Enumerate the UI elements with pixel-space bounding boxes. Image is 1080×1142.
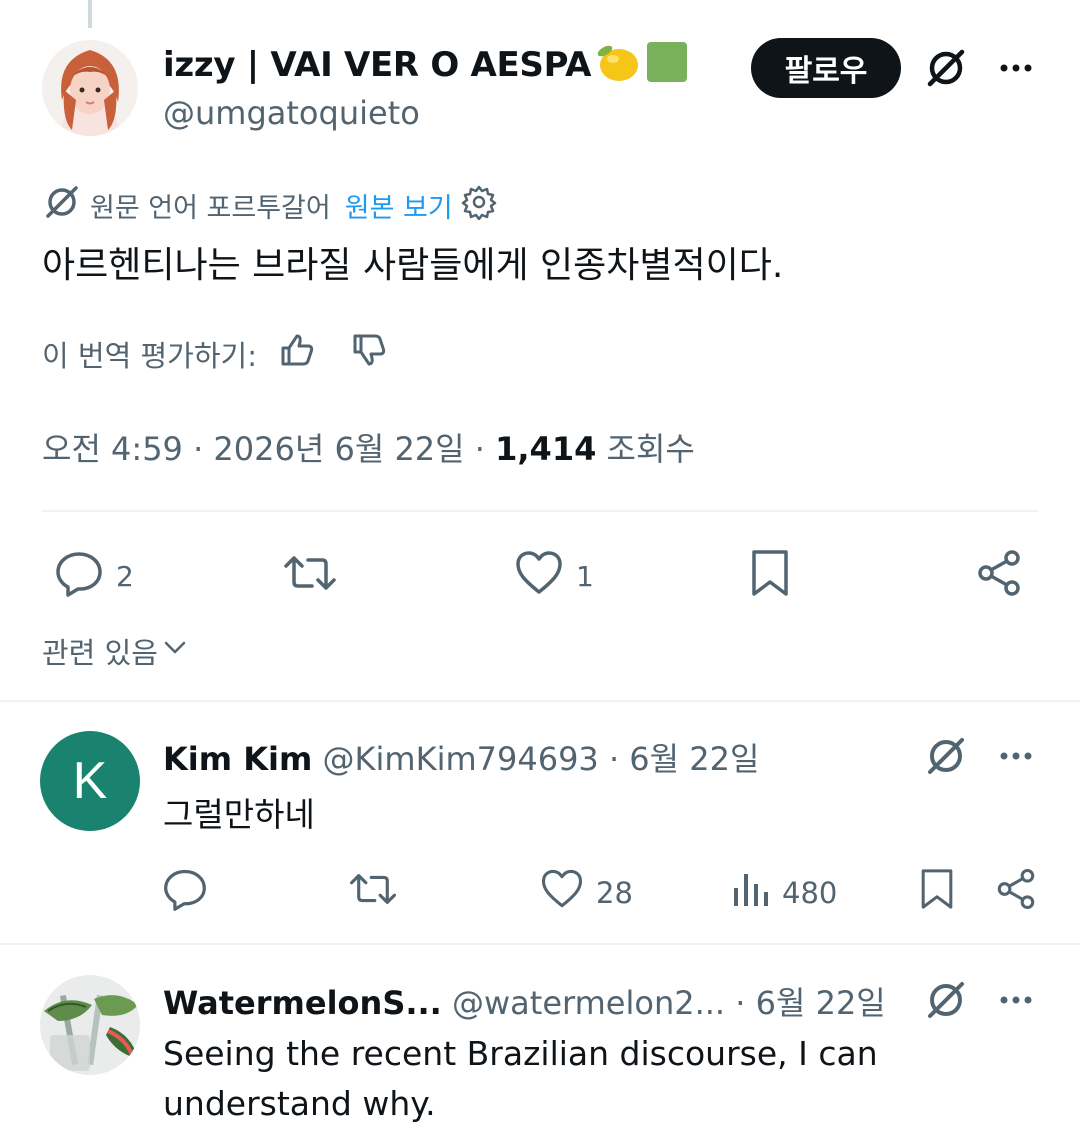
author-name[interactable]: izzy | VAI VER O AESPA <box>163 40 689 93</box>
bookmark-icon <box>748 548 792 605</box>
more-icon[interactable] <box>996 736 1036 780</box>
tweet-meta: 오전 4:59 · 2026년 6월 22일 · 1,414 조회수 <box>42 424 695 470</box>
share-button[interactable] <box>974 548 1024 605</box>
reply-header: WatermelonS... @watermelon2... · 6월 22일 <box>163 978 886 1024</box>
reply-header: Kim Kim @KimKim794693 · 6월 22일 <box>163 734 759 780</box>
settings-icon[interactable] <box>461 184 497 227</box>
author-handle[interactable]: @umgatoquieto <box>163 94 420 132</box>
heart-icon <box>540 866 584 919</box>
rate-translation-label: 이 번역 평가하기: <box>42 338 257 373</box>
avatar[interactable] <box>42 40 138 136</box>
like-count: 1 <box>576 560 594 593</box>
reply-button[interactable]: 2 <box>54 548 134 605</box>
more-icon[interactable] <box>996 980 1036 1024</box>
share-button[interactable] <box>994 866 1038 919</box>
reply-avatar[interactable]: K <box>40 731 140 831</box>
lemon-emoji <box>595 41 641 92</box>
reply-text-line-2: understand why. <box>163 1084 436 1123</box>
share-icon <box>994 866 1038 919</box>
translate-icon <box>42 182 82 229</box>
show-original-link[interactable]: 원본 보기 <box>345 186 453 225</box>
grok-icon[interactable] <box>924 46 968 94</box>
avatar-letter: K <box>72 752 108 810</box>
reply-icon <box>54 548 104 605</box>
reply-date[interactable]: · 6월 22일 <box>609 740 759 778</box>
rate-translation-row: 이 번역 평가하기: <box>42 330 389 377</box>
reply-count: 2 <box>116 560 134 593</box>
thumbs-down-icon[interactable] <box>349 330 389 377</box>
divider <box>0 943 1080 945</box>
bookmark-button[interactable] <box>918 866 956 919</box>
reply-author-name[interactable]: Kim Kim <box>163 740 312 778</box>
tweet-text: 아르헨티나는 브라질 사람들에게 인종차별적이다. <box>42 245 784 286</box>
bookmark-icon <box>918 866 956 919</box>
more-icon[interactable] <box>996 48 1036 92</box>
grok-icon[interactable] <box>924 978 968 1026</box>
thumbs-up-icon[interactable] <box>277 330 317 377</box>
reply-text: 그럴만하네 <box>163 795 315 834</box>
reply-button[interactable] <box>162 866 208 919</box>
follow-button[interactable]: 팔로우 <box>751 38 901 98</box>
like-count: 28 <box>596 875 633 910</box>
related-toggle[interactable]: 관련 있음 <box>42 630 188 672</box>
views-label: 조회수 <box>596 430 695 468</box>
source-language-label: 원문 언어 포르투갈어 <box>90 193 331 224</box>
reply-text-line-1: Seeing the recent Brazilian discourse, I… <box>163 1034 878 1073</box>
retweet-button[interactable] <box>282 548 338 605</box>
reply-author-handle[interactable]: @KimKim794693 <box>323 740 599 778</box>
like-button[interactable]: 1 <box>514 548 594 605</box>
related-label: 관련 있음 <box>42 636 158 670</box>
reply-date[interactable]: · 6월 22일 <box>735 984 885 1022</box>
retweet-icon <box>348 866 398 919</box>
reply-avatar[interactable] <box>40 975 140 1075</box>
reply-author-name[interactable]: WatermelonS... <box>163 984 442 1022</box>
like-button[interactable]: 28 <box>540 866 633 919</box>
bookmark-button[interactable] <box>748 548 792 605</box>
grok-icon[interactable] <box>924 734 968 782</box>
retweet-icon <box>282 548 338 605</box>
green-square-emoji <box>645 40 689 93</box>
analytics-icon <box>730 866 770 919</box>
reply-author-handle[interactable]: @watermelon2... <box>452 984 725 1022</box>
tweet-timestamp[interactable]: 오전 4:59 · 2026년 6월 22일 · <box>42 430 495 468</box>
divider <box>0 700 1080 702</box>
reply-icon <box>162 866 208 919</box>
views-count: 1,414 <box>495 430 597 468</box>
divider <box>42 510 1038 512</box>
views-count: 480 <box>782 875 838 910</box>
translation-info-row: 원문 언어 포르투갈어 원본 보기 <box>42 182 497 229</box>
chevron-down-icon <box>162 634 188 668</box>
retweet-button[interactable] <box>348 866 398 919</box>
author-name-text: izzy | VAI VER O AESPA <box>163 45 592 85</box>
heart-icon <box>514 548 564 605</box>
share-icon <box>974 548 1024 605</box>
views-button[interactable]: 480 <box>730 866 837 919</box>
thread-connector-line <box>88 0 92 28</box>
